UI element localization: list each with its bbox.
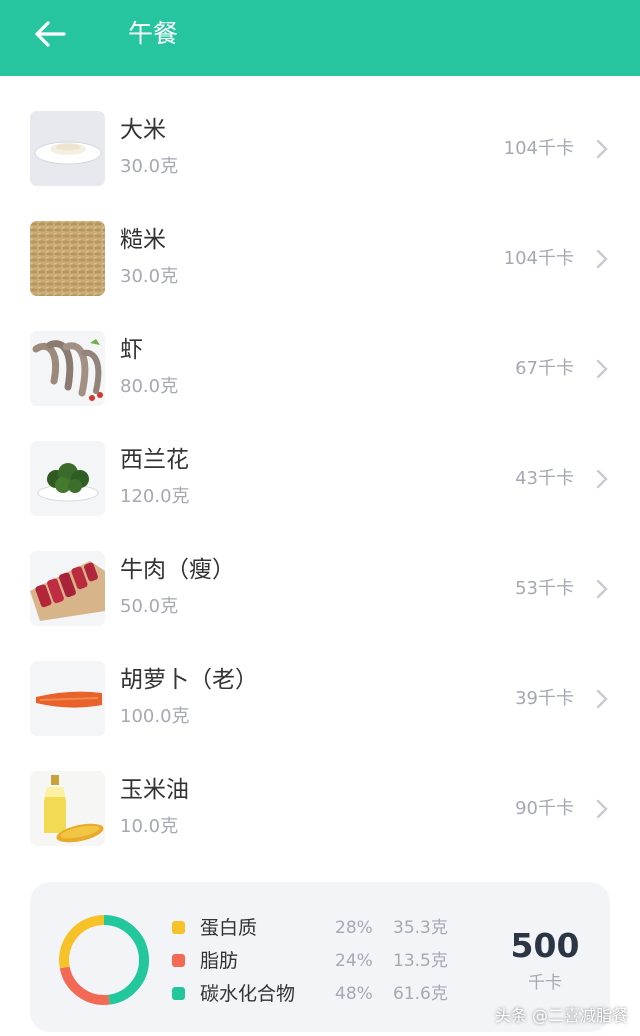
food-name: 胡萝卜（老） bbox=[120, 667, 258, 693]
food-name: 大米 bbox=[120, 117, 166, 143]
page-title: 午餐 bbox=[128, 19, 179, 48]
arrow-left-icon bbox=[35, 21, 66, 47]
food-calories: 104千卡 bbox=[503, 248, 574, 269]
food-image-broccoli bbox=[30, 441, 105, 516]
chevron-right-icon bbox=[594, 577, 610, 601]
legend-row-fat: 脂肪 24% 13.5克 bbox=[170, 949, 470, 973]
food-weight: 30.0克 bbox=[120, 156, 179, 177]
macro-grams: 35.3克 bbox=[393, 918, 448, 938]
macro-name: 碳水化合物 bbox=[200, 983, 296, 1005]
macro-percent: 24% bbox=[335, 951, 373, 971]
watermark: 头条 @二喜减脂餐 bbox=[494, 1006, 628, 1025]
food-name: 糙米 bbox=[120, 227, 166, 253]
macro-name: 蛋白质 bbox=[200, 917, 258, 939]
chevron-right-icon bbox=[594, 247, 610, 271]
macro-donut-chart bbox=[59, 915, 149, 1005]
donut-segment-fat bbox=[59, 966, 110, 1005]
food-item-shrimp[interactable]: 虾 80.0克 67千卡 bbox=[0, 313, 640, 423]
legend-row-carbs: 碳水化合物 48% 61.6克 bbox=[170, 982, 470, 1006]
food-name: 玉米油 bbox=[120, 777, 189, 803]
back-button[interactable] bbox=[30, 16, 70, 52]
food-calories: 90千卡 bbox=[515, 798, 574, 819]
food-item-rice[interactable]: 大米 30.0克 104千卡 bbox=[0, 93, 640, 203]
food-weight: 50.0克 bbox=[120, 596, 179, 617]
food-calories: 53千卡 bbox=[515, 578, 574, 599]
food-item-corn-oil[interactable]: 玉米油 10.0克 90千卡 bbox=[0, 753, 640, 863]
donut-segment-carbs bbox=[103, 915, 149, 1005]
food-image-rice bbox=[30, 111, 105, 186]
food-weight: 120.0克 bbox=[120, 486, 190, 507]
carbs-color-dot bbox=[172, 987, 185, 1000]
food-image-beef bbox=[30, 551, 105, 626]
chevron-right-icon bbox=[594, 357, 610, 381]
food-weight: 80.0克 bbox=[120, 376, 179, 397]
food-item-carrot[interactable]: 胡萝卜（老） 100.0克 39千卡 bbox=[0, 643, 640, 753]
food-name: 虾 bbox=[120, 337, 143, 363]
total-calories: 500 bbox=[510, 926, 580, 965]
food-name: 西兰花 bbox=[120, 447, 189, 473]
food-item-broccoli[interactable]: 西兰花 120.0克 43千卡 bbox=[0, 423, 640, 533]
food-image-carrot bbox=[30, 661, 105, 736]
chevron-right-icon bbox=[594, 467, 610, 491]
food-item-beef[interactable]: 牛肉（瘦） 50.0克 53千卡 bbox=[0, 533, 640, 643]
food-image-shrimp bbox=[30, 331, 105, 406]
food-calories: 43千卡 bbox=[515, 468, 574, 489]
macro-percent: 48% bbox=[335, 984, 373, 1004]
food-calories: 104千卡 bbox=[503, 138, 574, 159]
food-weight: 30.0克 bbox=[120, 266, 179, 287]
chevron-right-icon bbox=[594, 797, 610, 821]
protein-color-dot bbox=[172, 921, 185, 934]
food-calories: 39千卡 bbox=[515, 688, 574, 709]
food-image-brown-rice bbox=[30, 221, 105, 296]
food-list: 大米 30.0克 104千卡 糙米 30.0克 104千卡 虾 80.0克 67… bbox=[0, 93, 640, 863]
chevron-right-icon bbox=[594, 687, 610, 711]
fat-color-dot bbox=[172, 954, 185, 967]
macro-grams: 13.5克 bbox=[393, 951, 448, 971]
macro-name: 脂肪 bbox=[200, 950, 239, 972]
chevron-right-icon bbox=[594, 137, 610, 161]
food-name: 牛肉（瘦） bbox=[120, 557, 235, 583]
food-item-brown-rice[interactable]: 糙米 30.0克 104千卡 bbox=[0, 203, 640, 313]
donut-segment-protein bbox=[59, 915, 105, 969]
food-weight: 10.0克 bbox=[120, 816, 179, 837]
header-bar: 午餐 bbox=[0, 0, 640, 76]
food-weight: 100.0克 bbox=[120, 706, 190, 727]
food-calories: 67千卡 bbox=[515, 358, 574, 379]
food-image-corn-oil bbox=[30, 771, 105, 846]
macro-grams: 61.6克 bbox=[393, 984, 448, 1004]
legend-row-protein: 蛋白质 28% 35.3克 bbox=[170, 916, 470, 940]
macro-percent: 28% bbox=[335, 918, 373, 938]
total-calories-unit: 千卡 bbox=[528, 973, 562, 993]
